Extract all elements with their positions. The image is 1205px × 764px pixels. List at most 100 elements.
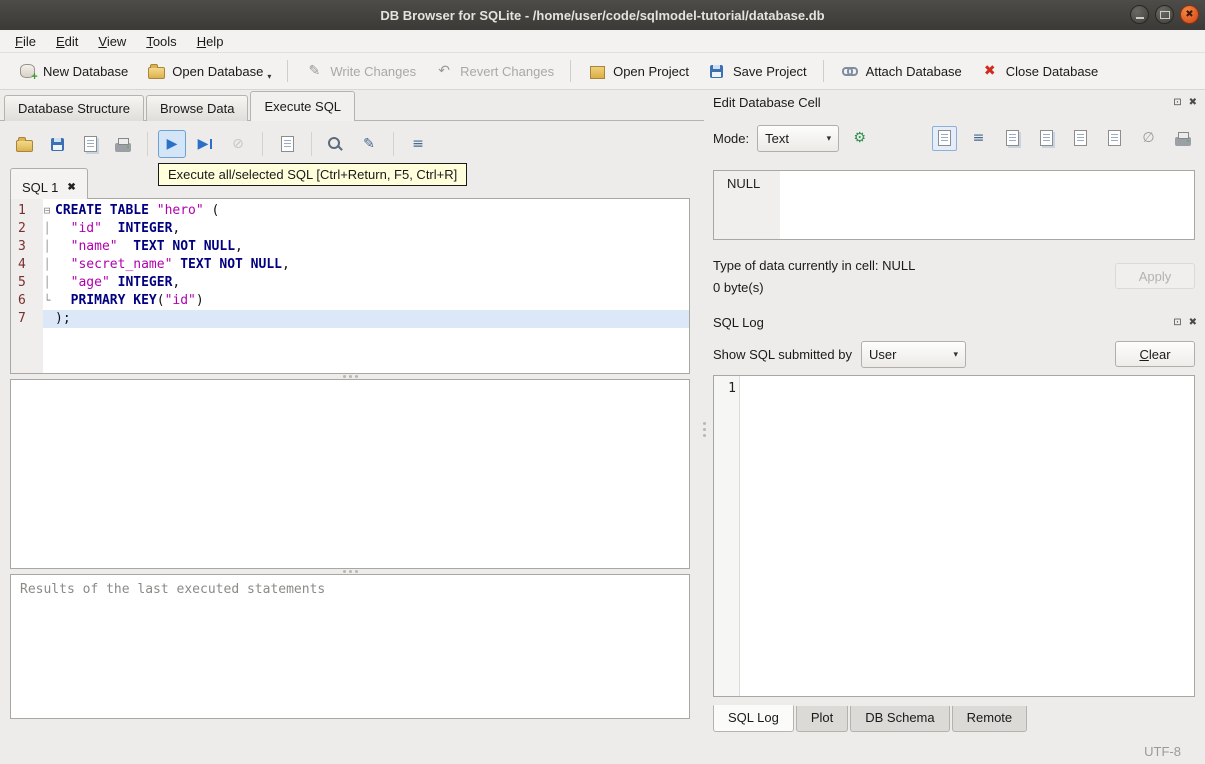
dock-tab-sql-log[interactable]: SQL Log xyxy=(713,705,794,732)
fold-marker-icon[interactable]: ⊟ xyxy=(39,202,55,220)
minimize-button[interactable] xyxy=(1130,5,1149,24)
close-panel-icon[interactable]: ✖ xyxy=(1189,317,1197,329)
execute-current-line-button[interactable]: ▶ xyxy=(191,130,219,158)
code-text: PRIMARY KEY("id") xyxy=(70,293,204,308)
auto-switch-mode-button[interactable]: ⚙ xyxy=(847,126,872,151)
dock-tab-plot[interactable]: Plot xyxy=(795,706,849,732)
close-panel-icon[interactable]: ✖ xyxy=(1189,97,1197,109)
fold-guide: │ xyxy=(43,258,51,271)
button-label: Open Project xyxy=(613,63,689,79)
export-button[interactable] xyxy=(1102,126,1127,151)
menu-tools[interactable]: Tools xyxy=(137,32,185,51)
sql-log-filter-select[interactable]: User ▾ xyxy=(860,340,966,368)
menu-file[interactable]: File xyxy=(6,32,45,51)
text-mode-button[interactable] xyxy=(932,125,957,151)
close-tab-icon[interactable]: ✖ xyxy=(67,182,75,193)
code-text: "secret_name" TEXT NOT NULL, xyxy=(70,257,290,272)
cell-editor-icons: ≡ ∅ xyxy=(932,125,1195,151)
toolbar-separator xyxy=(822,60,824,82)
menu-help[interactable]: Help xyxy=(188,32,233,51)
code-text: "name" TEXT NOT NULL, xyxy=(70,239,243,254)
menu-view[interactable]: View xyxy=(89,32,135,51)
paste-button[interactable] xyxy=(1034,126,1059,151)
dock-tab-db-schema[interactable]: DB Schema xyxy=(850,706,950,732)
editor-line[interactable]: 1 ⊟ CREATE TABLE "hero" ( xyxy=(11,202,689,220)
mode-select[interactable]: Text ▾ xyxy=(757,124,840,152)
save-sql-file-button[interactable] xyxy=(43,130,71,158)
editor-line[interactable]: 6 └ PRIMARY KEY("id") xyxy=(11,292,689,310)
float-panel-icon[interactable]: ⊡ xyxy=(1173,317,1181,329)
tab-database-structure[interactable]: Database Structure xyxy=(4,95,145,121)
results-placeholder: Results of the last executed statements xyxy=(20,582,326,597)
code-text: ); xyxy=(55,311,71,326)
print-button[interactable] xyxy=(109,130,137,158)
execute-all-button[interactable]: ▶ xyxy=(158,130,186,158)
button-label: Save Project xyxy=(732,63,807,79)
editor-line[interactable]: 4 │ "secret_name" TEXT NOT NULL, xyxy=(11,256,689,274)
revert-changes-button[interactable]: ↶ Revert Changes xyxy=(425,57,563,85)
sql-editor[interactable]: 1 ⊟ CREATE TABLE "hero" (2 │ "id" INTEGER, 3… xyxy=(10,198,690,374)
editor-line[interactable]: 5 │ "age" INTEGER, xyxy=(11,274,689,292)
open-project-button[interactable]: Open Project xyxy=(578,57,698,85)
execute-all-icon: ▶ xyxy=(166,136,178,152)
open-sql-file-button[interactable] xyxy=(10,130,38,158)
save-project-icon xyxy=(707,61,727,81)
tab-browse-data[interactable]: Browse Data xyxy=(146,95,249,121)
button-label: Revert Changes xyxy=(460,63,555,79)
word-wrap-icon: ≡ xyxy=(972,130,985,146)
sql-editor-tab[interactable]: SQL 1 ✖ xyxy=(10,168,88,199)
print-button[interactable] xyxy=(1170,126,1195,151)
editor-line[interactable]: 7); xyxy=(11,310,689,328)
word-wrap-button[interactable]: ≡ xyxy=(404,130,432,158)
open-database-button[interactable]: Open Database ▾ xyxy=(137,57,280,85)
write-changes-button[interactable]: ✎ Write Changes xyxy=(295,57,425,85)
sql-log-filter-label: Show SQL submitted by xyxy=(713,346,852,362)
stop-button[interactable]: ⊘ xyxy=(224,130,252,158)
editor-line[interactable]: 2 │ "id" INTEGER, xyxy=(11,220,689,238)
maximize-button[interactable] xyxy=(1155,5,1174,24)
dock-area: Edit Database Cell ⊡ ✖ Mode: Text ▾ ⚙ ≡ ∅… xyxy=(705,90,1205,738)
copy-button[interactable] xyxy=(1000,126,1025,151)
close-database-button[interactable]: ✖ Close Database xyxy=(971,57,1108,85)
line-number: 7 xyxy=(18,311,26,326)
sql-editor-tab-label: SQL 1 xyxy=(22,179,59,195)
titlebar[interactable]: DB Browser for SQLite - /home/user/code/… xyxy=(0,0,1205,30)
dropdown-arrow-icon[interactable]: ▾ xyxy=(267,72,271,81)
menu-edit[interactable]: Edit xyxy=(47,32,87,51)
word-wrap-button[interactable]: ≡ xyxy=(966,126,991,151)
edit-cell-header: Edit Database Cell ⊡ ✖ xyxy=(713,95,1197,110)
button-label: New Database xyxy=(43,63,129,79)
tooltip: Execute all/selected SQL [Ctrl+Return, F… xyxy=(158,163,468,186)
editor-line[interactable]: 3 │ "name" TEXT NOT NULL, xyxy=(11,238,689,256)
sql-log-filter-value: User xyxy=(868,346,897,362)
chevron-down-icon: ▾ xyxy=(953,348,958,359)
save-sql-as-button[interactable] xyxy=(76,130,104,158)
sql-log-area[interactable]: 1 xyxy=(713,375,1195,697)
attach-database-button[interactable]: Attach Database xyxy=(831,57,971,85)
apply-button[interactable]: Apply xyxy=(1115,263,1195,289)
execution-log-pane: Results of the last executed statements xyxy=(10,574,690,719)
new-database-icon xyxy=(17,61,38,83)
find-replace-button[interactable] xyxy=(322,130,350,158)
float-panel-icon[interactable]: ⊡ xyxy=(1173,97,1181,109)
save-project-button[interactable]: Save Project xyxy=(698,57,816,85)
line-number: 1 xyxy=(728,381,736,396)
save-sql-as-icon xyxy=(80,134,100,154)
toolbar-separator xyxy=(262,132,263,156)
main-toolbar: New Database Open Database▾ ✎ Write Changes… xyxy=(0,53,1205,90)
tab-execute-sql[interactable]: Execute SQL xyxy=(250,91,356,121)
dock-tab-remote[interactable]: Remote xyxy=(951,706,1028,732)
cell-editor[interactable]: NULL xyxy=(713,170,1195,240)
close-button[interactable] xyxy=(1180,5,1199,24)
auto-format-icon: ✎ xyxy=(363,136,375,152)
new-database-button[interactable]: New Database xyxy=(8,57,137,85)
set-null-button[interactable]: ∅ xyxy=(1136,126,1161,151)
results-grid[interactable] xyxy=(10,379,690,569)
menubar: File Edit View Tools Help xyxy=(0,30,1205,53)
button-label: Close Database xyxy=(1005,63,1099,79)
clear-button[interactable]: Clear xyxy=(1115,341,1195,367)
export-icon xyxy=(1105,128,1125,148)
auto-format-button[interactable]: ✎ xyxy=(355,130,383,158)
save-results-button[interactable] xyxy=(273,130,301,158)
import-button[interactable] xyxy=(1068,126,1093,151)
